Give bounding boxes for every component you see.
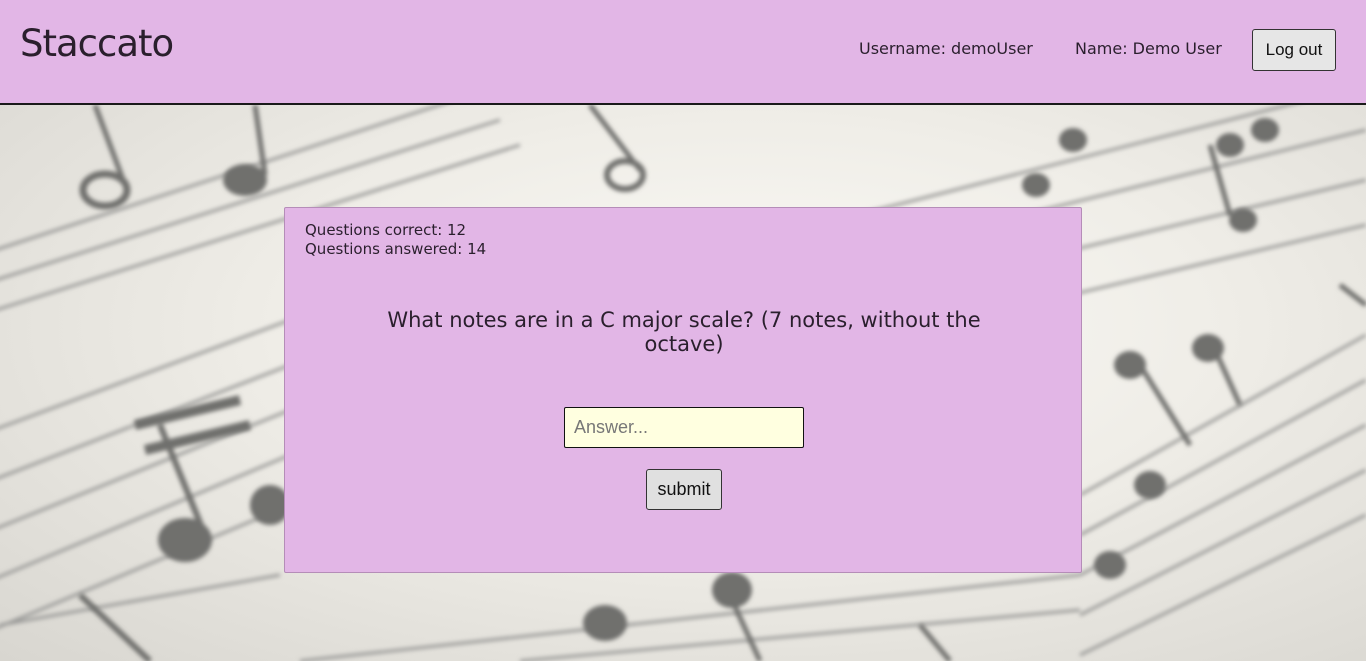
- answer-input[interactable]: [564, 407, 804, 448]
- app-logo[interactable]: Staccato: [20, 22, 174, 65]
- questions-answered: Questions answered: 14: [305, 240, 487, 258]
- username-label: Username: demoUser: [859, 39, 1033, 58]
- quiz-card: Questions correct: 12 Questions answered…: [284, 207, 1082, 573]
- submit-button[interactable]: submit: [646, 469, 722, 510]
- question-container: What notes are in a C major scale? (7 no…: [285, 308, 1083, 356]
- name-label: Name: Demo User: [1075, 39, 1222, 58]
- top-bar: Staccato Username: demoUser Name: Demo U…: [0, 0, 1366, 105]
- quiz-stats: Questions correct: 12 Questions answered…: [305, 221, 486, 259]
- question-text: What notes are in a C major scale? (7 no…: [387, 308, 981, 356]
- logout-button[interactable]: Log out: [1252, 29, 1336, 71]
- questions-correct: Questions correct: 12: [305, 221, 467, 239]
